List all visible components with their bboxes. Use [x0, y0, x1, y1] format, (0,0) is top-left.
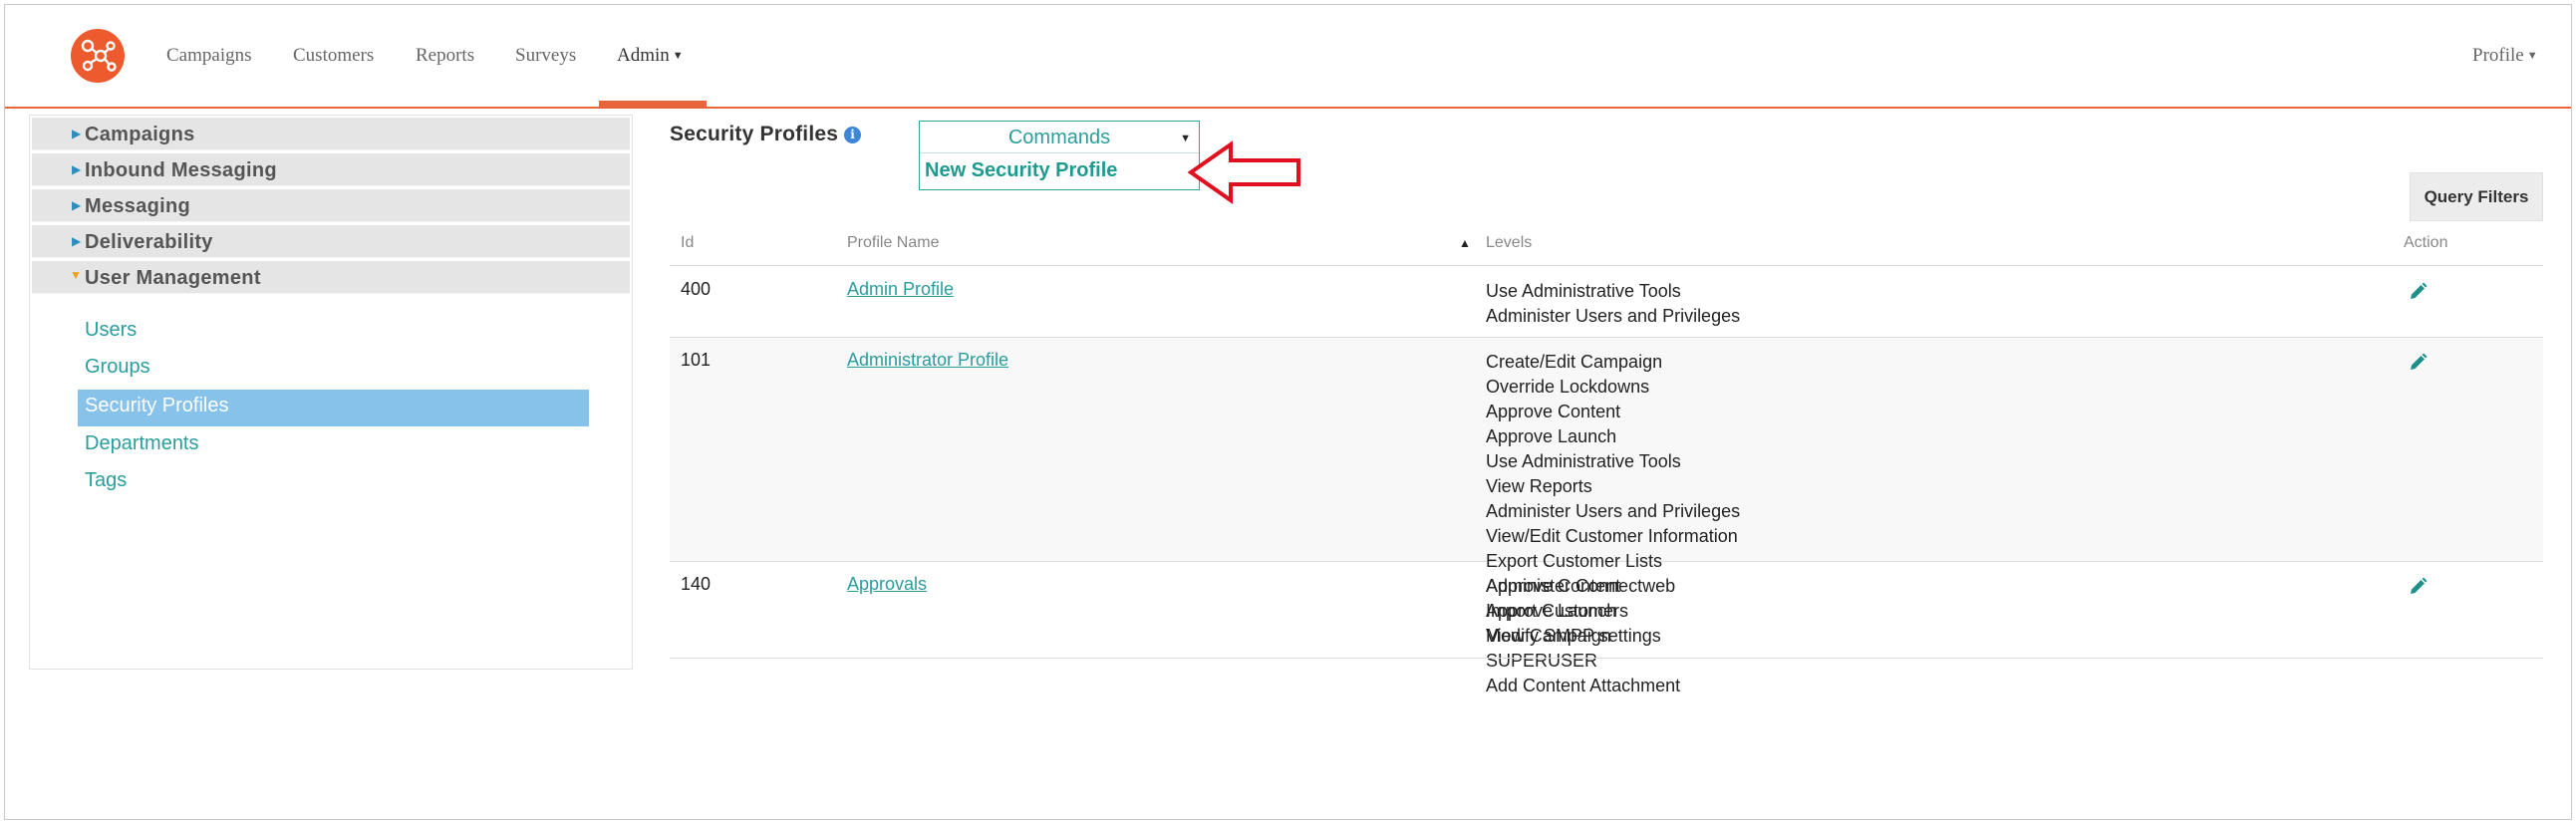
nav-admin-label: Admin	[617, 45, 670, 66]
top-navigation: Campaigns Customers Reports Surveys Admi…	[5, 5, 2571, 109]
sidebar-item-users[interactable]: Users	[85, 319, 137, 342]
row-id: 140	[681, 574, 712, 594]
triangle-right-icon: ▶	[72, 234, 82, 248]
nav-active-indicator	[599, 101, 707, 109]
page-title: Security Profiles	[670, 123, 839, 145]
sidebar-section-inbound-messaging[interactable]: ▶ Inbound Messaging	[32, 153, 630, 186]
level-item: Approve Content	[1486, 576, 1621, 596]
caret-down-icon: ▼	[2526, 50, 2538, 62]
table-row: 400 Admin Profile Use Administrative Too…	[670, 267, 2543, 338]
profile-name-link[interactable]: Administrator Profile	[847, 350, 1008, 371]
sidebar-section-label: Campaigns	[85, 124, 195, 145]
row-id: 400	[681, 279, 712, 299]
level-item: Use Administrative Tools	[1486, 451, 1681, 471]
sidebar-item-tags[interactable]: Tags	[85, 469, 127, 492]
sidebar: ▶ Campaigns ▶ Inbound Messaging ▶ Messag…	[29, 115, 633, 670]
column-header-profile-name[interactable]: Profile Name	[847, 234, 939, 252]
annotation-arrow-icon	[1187, 140, 1300, 204]
sort-ascending-icon[interactable]: ▲	[1459, 236, 1471, 250]
table-header: Id Profile Name ▲ Levels Action	[670, 226, 2543, 266]
level-item: Administer Users and Privileges	[1486, 501, 1741, 521]
sidebar-section-label: Inbound Messaging	[85, 159, 277, 181]
info-icon[interactable]: i	[844, 127, 861, 143]
app-frame: Campaigns Customers Reports Surveys Admi…	[4, 4, 2572, 820]
nav-reports[interactable]: Reports	[416, 45, 474, 67]
nav-profile[interactable]: Profile ▼	[2472, 45, 2538, 67]
commands-label: Commands	[1007, 127, 1111, 148]
sidebar-section-label: Messaging	[85, 195, 191, 217]
triangle-right-icon: ▶	[72, 127, 82, 140]
network-logo-icon[interactable]	[71, 29, 125, 83]
sidebar-section-messaging[interactable]: ▶ Messaging	[32, 189, 630, 222]
triangle-down-icon: ▼	[70, 268, 82, 282]
level-item: Create/Edit Campaign	[1486, 352, 1663, 372]
row-levels: Approve Content Approve Launch View Camp…	[1486, 574, 1620, 649]
new-security-profile-option[interactable]: New Security Profile	[925, 159, 1117, 182]
row-levels: Use Administrative Tools Administer User…	[1486, 279, 1740, 329]
level-item: Administer Users and Privileges	[1486, 306, 1741, 326]
profile-name-link[interactable]: Admin Profile	[847, 279, 954, 300]
pencil-icon[interactable]	[2407, 576, 2429, 598]
level-item: Approve Content	[1486, 402, 1621, 421]
column-header-levels: Levels	[1486, 234, 1533, 251]
level-item: Add Content Attachment	[1486, 676, 1681, 695]
nav-campaigns[interactable]: Campaigns	[166, 45, 252, 67]
level-item: View Campaign	[1486, 626, 1611, 646]
sidebar-section-label: User Management	[85, 267, 261, 289]
caret-down-icon: ▼	[672, 50, 684, 62]
level-item: View/Edit Customer Information	[1486, 526, 1738, 546]
query-filters-button[interactable]: Query Filters	[2410, 172, 2543, 221]
sidebar-section-campaigns[interactable]: ▶ Campaigns	[32, 118, 630, 150]
row-id: 101	[681, 350, 712, 370]
sidebar-section-user-management[interactable]: ▼ User Management	[32, 261, 630, 294]
sidebar-section-label: Deliverability	[85, 231, 213, 253]
nav-admin[interactable]: Admin ▼	[617, 45, 684, 67]
commands-dropdown: Commands ▼ New Security Profile	[919, 121, 1200, 190]
sidebar-item-security-profiles[interactable]: Security Profiles	[85, 395, 229, 417]
nav-customers[interactable]: Customers	[293, 45, 374, 67]
triangle-right-icon: ▶	[72, 162, 82, 176]
level-item: Use Administrative Tools	[1486, 281, 1681, 301]
column-header-action: Action	[2404, 234, 2448, 251]
pencil-icon[interactable]	[2407, 281, 2429, 303]
nav-surveys[interactable]: Surveys	[515, 45, 576, 67]
commands-select[interactable]: Commands ▼	[920, 122, 1199, 153]
sidebar-item-departments[interactable]: Departments	[85, 432, 199, 455]
nav-profile-label: Profile	[2472, 45, 2524, 66]
sidebar-item-groups[interactable]: Groups	[85, 356, 150, 379]
level-item: Approve Launch	[1486, 426, 1617, 446]
sidebar-section-deliverability[interactable]: ▶ Deliverability	[32, 225, 630, 258]
table-row: 140 Approvals Approve Content Approve La…	[670, 562, 2543, 659]
table-row: 101 Administrator Profile Create/Edit Ca…	[670, 338, 2543, 695]
level-item: View Reports	[1486, 476, 1592, 496]
pencil-icon[interactable]	[2407, 352, 2429, 374]
level-item: Approve Launch	[1486, 601, 1617, 621]
column-header-id[interactable]: Id	[681, 234, 694, 252]
profile-name-link[interactable]: Approvals	[847, 574, 927, 595]
level-item: Override Lockdowns	[1486, 377, 1650, 397]
triangle-right-icon: ▶	[72, 198, 82, 212]
